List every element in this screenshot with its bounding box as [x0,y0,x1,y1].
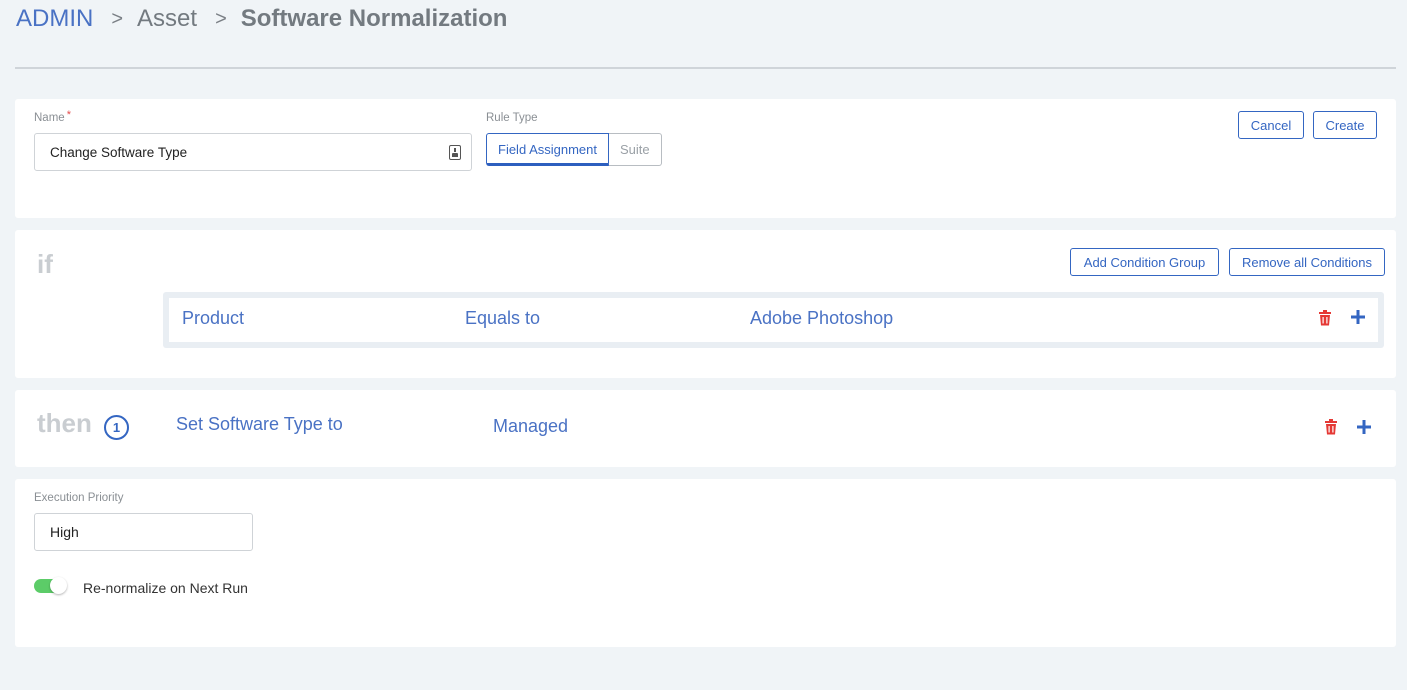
condition-value[interactable]: Adobe Photoshop [750,308,893,329]
action-count-badge: 1 [104,415,129,440]
breadcrumb-admin-link[interactable]: ADMIN [16,5,93,33]
execution-priority-value: High [50,524,79,540]
breadcrumb: ADMIN > Asset > Software Normalization [16,2,507,36]
condition-row: Product Equals to Adobe Photoshop [169,298,1378,342]
add-condition-group-button[interactable]: Add Condition Group [1070,248,1219,276]
required-mark: * [66,109,71,121]
then-keyword: then [37,408,92,438]
rule-type-field-assignment[interactable]: Field Assignment [486,133,609,166]
renormalize-toggle[interactable] [34,577,67,594]
condition-operator[interactable]: Equals to [465,308,540,329]
conditions-card: if Add Condition Group Remove all Condit… [15,230,1396,378]
actions-card: then 1 Set Software Type to Managed [15,390,1396,467]
plus-icon[interactable] [1356,419,1372,435]
execution-priority-label: Execution Priority [34,492,124,504]
action-field[interactable]: Set Software Type to [176,414,343,435]
rule-details-card: Name * Change Software Type Rule Type Fie… [15,99,1396,218]
name-input[interactable]: Change Software Type [34,133,472,171]
page-title: Software Normalization [240,5,508,32]
toggle-knob [50,577,67,594]
contact-card-icon [449,145,461,160]
breadcrumb-asset-link[interactable]: Asset [137,5,197,33]
name-input-value: Change Software Type [50,144,188,160]
condition-field[interactable]: Product [182,308,244,329]
condition-group: Product Equals to Adobe Photoshop [163,292,1384,348]
if-keyword: if [37,249,53,279]
execution-priority-select[interactable]: High [34,513,253,551]
action-value[interactable]: Managed [493,416,568,437]
header-divider [15,67,1396,69]
execution-card: Execution Priority High Re-normalize on … [15,479,1396,647]
trash-icon[interactable] [1318,310,1332,326]
chevron-right-icon: > [215,7,227,30]
remove-all-conditions-button[interactable]: Remove all Conditions [1229,248,1385,276]
name-label-text: Name [34,112,65,124]
plus-icon[interactable] [1350,309,1366,325]
renormalize-label: Re-normalize on Next Run [83,580,248,596]
rule-type-toggle: Field Assignment Suite [486,133,662,166]
rule-type-suite[interactable]: Suite [609,133,662,166]
cancel-button[interactable]: Cancel [1238,111,1304,139]
trash-icon[interactable] [1324,419,1338,435]
chevron-right-icon: > [111,7,124,30]
rule-type-label: Rule Type [486,112,538,124]
create-button[interactable]: Create [1313,111,1377,139]
name-label: Name * [34,109,71,124]
